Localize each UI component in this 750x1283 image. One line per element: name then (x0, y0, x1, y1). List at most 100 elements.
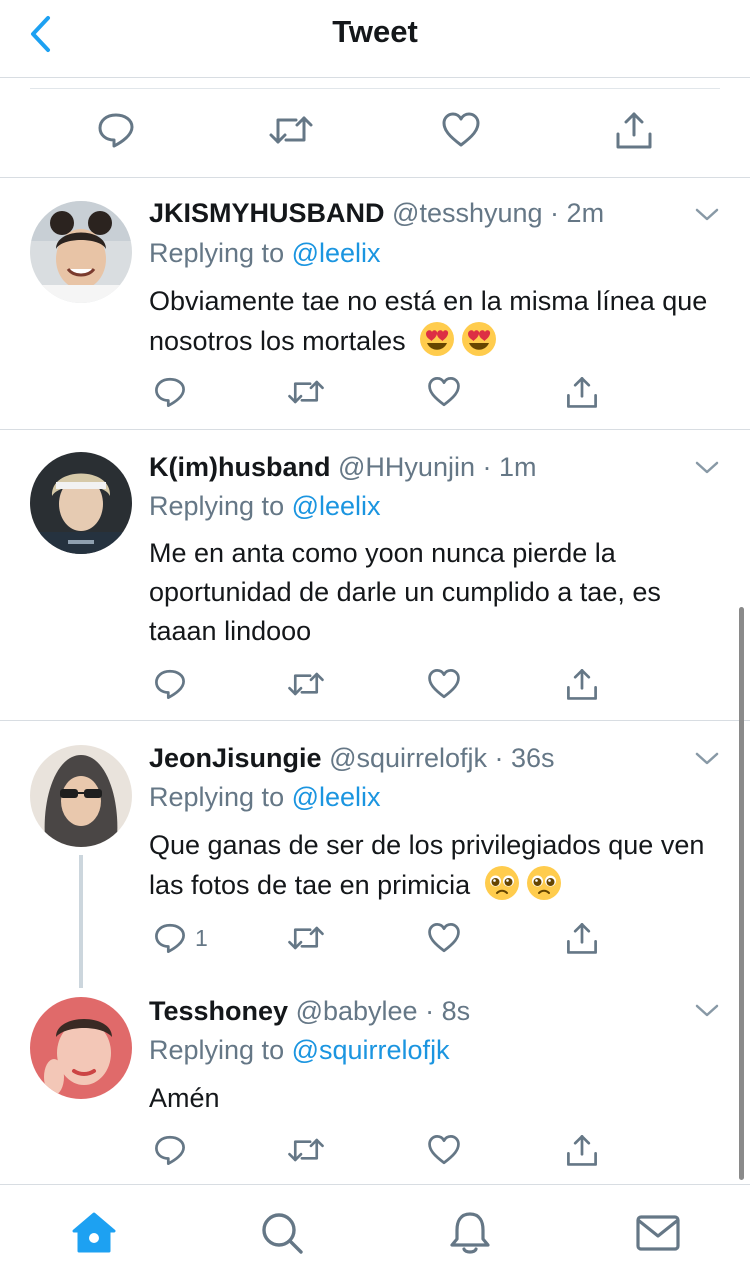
display-name[interactable]: JeonJisungie (149, 743, 322, 773)
tab-search[interactable] (258, 1209, 306, 1257)
tab-messages[interactable] (634, 1209, 682, 1257)
avatar[interactable] (30, 201, 132, 303)
reply-button[interactable]: 1 (153, 921, 223, 955)
retweet-button[interactable] (287, 921, 325, 955)
chevron-down-icon[interactable] (694, 207, 720, 223)
display-name[interactable]: JKISMYHUSBAND (149, 198, 385, 228)
timestamp: 2m (566, 198, 605, 228)
main-tweet-actions (0, 78, 750, 178)
retweet-button[interactable] (287, 375, 325, 409)
notifications-icon (450, 1212, 490, 1254)
divider (30, 88, 720, 89)
retweet-button[interactable] (287, 1133, 325, 1167)
reply-icon (155, 377, 185, 407)
tweet-header: Tesshoney @babylee · 8s (149, 996, 471, 1026)
like-icon (428, 1135, 460, 1165)
timestamp: 1m (498, 452, 537, 482)
tweet-text: Que ganas de ser de los privilegiados qu… (149, 830, 705, 900)
reply-tweet[interactable]: K(im)husband @HHyunjin · 1m Replying to … (0, 430, 750, 721)
retweet-icon (288, 926, 324, 950)
like-button[interactable] (427, 667, 461, 701)
chevron-down-icon[interactable] (694, 751, 720, 767)
pleading-face-emoji (484, 866, 519, 900)
display-name[interactable]: K(im)husband (149, 452, 331, 482)
retweet-icon (288, 380, 324, 404)
share-button[interactable] (565, 921, 599, 955)
share-icon (567, 923, 597, 954)
page-title: Tweet (332, 14, 418, 49)
chevron-down-icon[interactable] (694, 460, 720, 476)
tweet-actions (149, 375, 609, 415)
reply-tweet[interactable]: JeonJisungie @squirrelofjk · 36s Replyin… (0, 721, 750, 983)
share-button[interactable] (565, 667, 599, 701)
chevron-down-icon[interactable] (694, 1003, 720, 1019)
tab-notifications[interactable] (446, 1209, 494, 1257)
display-name[interactable]: Tesshoney (149, 996, 288, 1026)
avatar[interactable] (30, 452, 132, 554)
messages-icon (636, 1215, 680, 1251)
like-button[interactable] (427, 375, 461, 409)
reply-tweet[interactable]: JKISMYHUSBAND @tesshyung · 2m Replying t… (0, 179, 750, 430)
avatar[interactable] (30, 997, 132, 1099)
heart-eyes-emoji (462, 322, 497, 356)
timestamp: 36s (511, 743, 555, 773)
reply-button[interactable] (153, 1133, 187, 1167)
tweet-actions: 1 (149, 921, 609, 961)
reply-icon (98, 113, 134, 148)
tweet-text: Obviamente tae no está en la misma línea… (149, 286, 708, 356)
scrollbar[interactable] (739, 607, 744, 1180)
share-icon (567, 669, 597, 700)
like-icon (442, 112, 480, 147)
share-button[interactable] (565, 1133, 599, 1167)
main-reply-button[interactable] (96, 110, 136, 150)
like-icon (428, 377, 460, 407)
retweet-icon (288, 1138, 324, 1162)
mention-link[interactable]: @leelix (292, 238, 381, 268)
share-icon (567, 377, 597, 408)
reply-button[interactable] (153, 375, 187, 409)
like-icon (428, 923, 460, 953)
retweet-icon (269, 116, 313, 144)
reply-count: 1 (195, 925, 208, 951)
user-handle[interactable]: @HHyunjin (338, 452, 475, 482)
retweet-icon (288, 672, 324, 696)
tweet-header: K(im)husband @HHyunjin · 1m (149, 452, 537, 482)
like-icon (428, 669, 460, 699)
tweet-header: JeonJisungie @squirrelofjk · 36s (149, 743, 555, 773)
share-icon (616, 112, 652, 149)
reply-icon (155, 669, 185, 699)
share-button[interactable] (565, 375, 599, 409)
retweet-button[interactable] (287, 667, 325, 701)
like-button[interactable] (427, 1133, 461, 1167)
replying-to: Replying to @leelix (149, 782, 381, 812)
reply-tweet[interactable]: Tesshoney @babylee · 8s Replying to @squ… (0, 983, 750, 1183)
home-icon (72, 1212, 116, 1253)
user-handle[interactable]: @squirrelofjk (329, 743, 487, 773)
search-icon (262, 1213, 303, 1254)
reply-icon (155, 1135, 185, 1165)
like-button[interactable] (427, 921, 461, 955)
tab-home[interactable] (70, 1209, 118, 1257)
header: Tweet (0, 0, 750, 78)
tweet-actions (149, 1133, 609, 1173)
replying-to: Replying to @leelix (149, 491, 381, 521)
avatar[interactable] (30, 745, 132, 847)
replying-to: Replying to @squirrelofjk (149, 1035, 450, 1065)
main-retweet-button[interactable] (268, 110, 314, 150)
tab-bar (0, 1184, 750, 1283)
user-handle[interactable]: @tesshyung (392, 198, 543, 228)
main-like-button[interactable] (441, 110, 481, 150)
tweet-header: JKISMYHUSBAND @tesshyung · 2m (149, 198, 605, 228)
mention-link[interactable]: @leelix (292, 491, 381, 521)
replying-to: Replying to @leelix (149, 238, 381, 268)
share-icon (567, 1135, 597, 1166)
reply-button[interactable] (153, 667, 187, 701)
timestamp: 8s (441, 996, 471, 1026)
mention-link[interactable]: @leelix (292, 782, 381, 812)
tweet-text: Me en anta como yoon nunca pierde la opo… (149, 538, 661, 646)
main-share-button[interactable] (614, 110, 654, 150)
pleading-face-emoji (526, 866, 561, 900)
reply-icon (155, 923, 185, 953)
user-handle[interactable]: @babylee (296, 996, 418, 1026)
mention-link[interactable]: @squirrelofjk (292, 1035, 450, 1065)
